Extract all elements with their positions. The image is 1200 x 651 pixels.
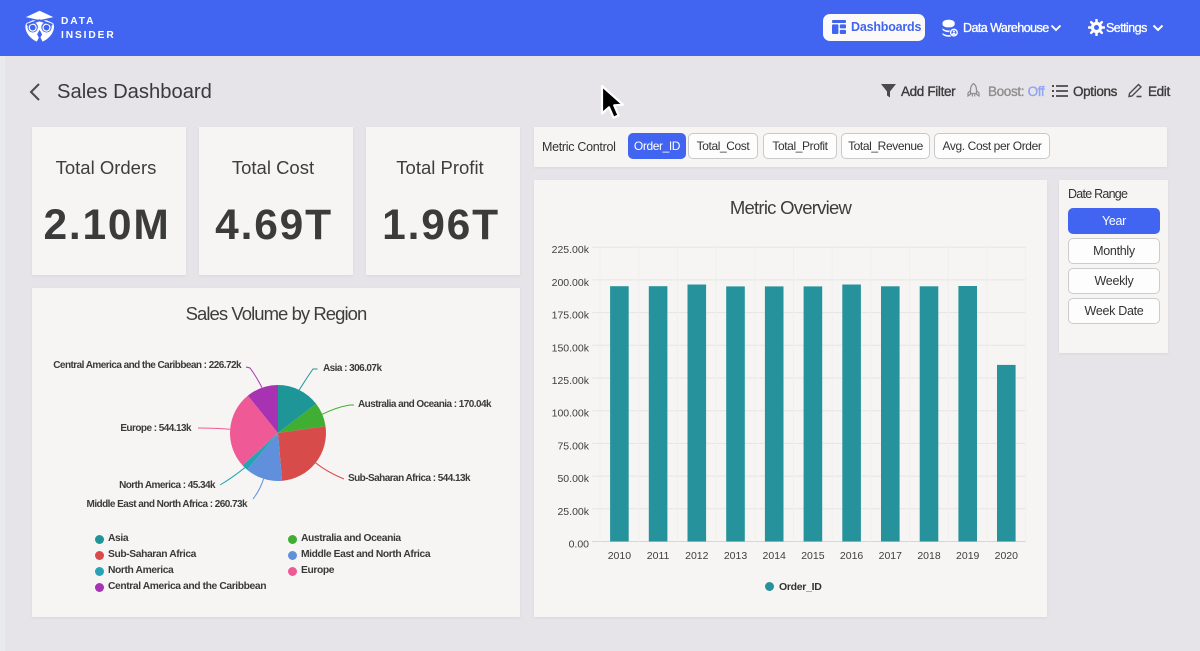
svg-text:2011: 2011 bbox=[647, 550, 670, 562]
svg-text:25.00k: 25.00k bbox=[557, 506, 589, 518]
svg-text:100.00k: 100.00k bbox=[552, 408, 590, 420]
svg-text:75.00k: 75.00k bbox=[557, 440, 589, 452]
svg-text:200.00k: 200.00k bbox=[552, 277, 590, 289]
svg-text:2010: 2010 bbox=[608, 550, 632, 562]
svg-text:225.00k: 225.00k bbox=[552, 244, 590, 256]
svg-text:2012: 2012 bbox=[685, 550, 709, 562]
svg-text:2015: 2015 bbox=[801, 550, 825, 562]
svg-text:2019: 2019 bbox=[956, 550, 980, 562]
svg-text:50.00k: 50.00k bbox=[557, 473, 589, 485]
svg-text:2018: 2018 bbox=[917, 550, 941, 562]
svg-text:2014: 2014 bbox=[763, 550, 787, 562]
svg-text:2016: 2016 bbox=[840, 550, 864, 562]
svg-text:150.00k: 150.00k bbox=[552, 342, 590, 354]
svg-text:175.00k: 175.00k bbox=[552, 310, 590, 322]
svg-text:2013: 2013 bbox=[724, 550, 748, 562]
svg-text:0.00: 0.00 bbox=[569, 539, 590, 551]
svg-text:125.00k: 125.00k bbox=[552, 375, 590, 387]
svg-text:2017: 2017 bbox=[879, 550, 903, 562]
svg-text:2020: 2020 bbox=[995, 550, 1019, 562]
